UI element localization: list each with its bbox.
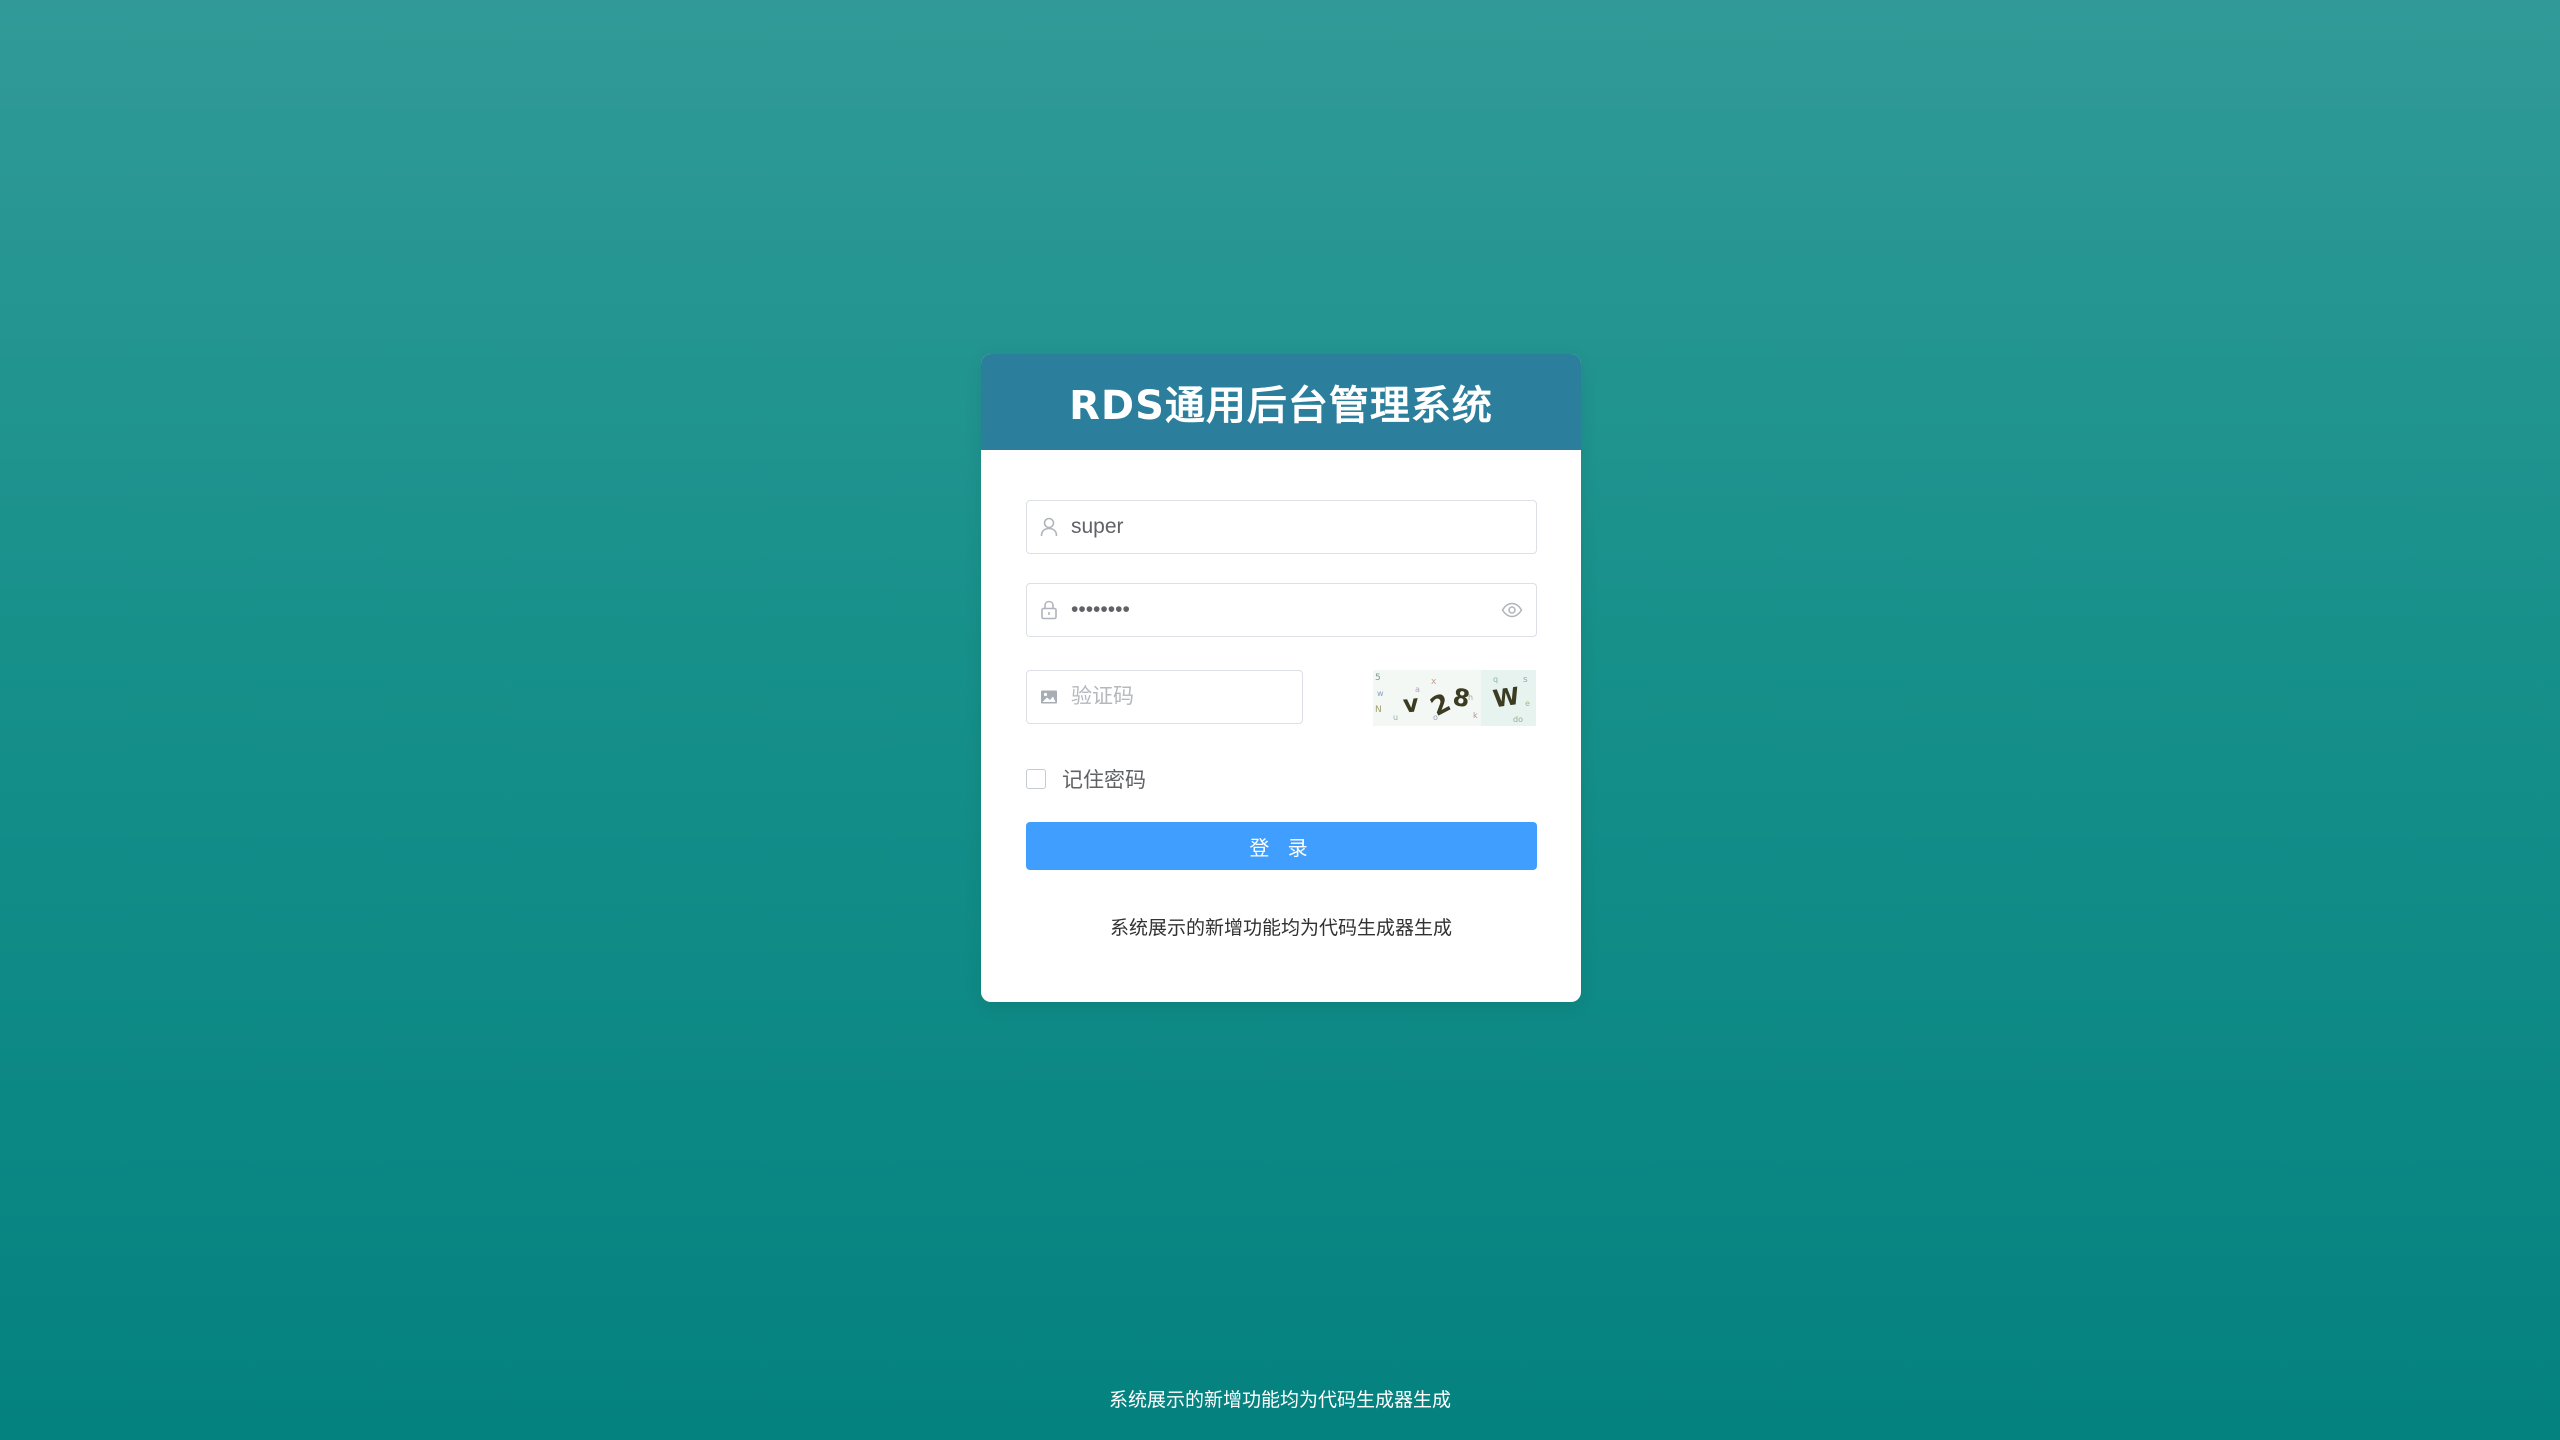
svg-text:k: k: [1473, 711, 1478, 720]
lock-icon: [1027, 600, 1071, 620]
svg-text:u: u: [1393, 713, 1398, 722]
captcha-graphic: 5 w N u a x o h k q s e do v 2 8 W: [1373, 670, 1536, 726]
captcha-input[interactable]: [1071, 671, 1342, 723]
page-title: RDS通用后台管理系统: [1069, 383, 1493, 429]
footer-text: 系统展示的新增功能均为代码生成器生成: [1108, 1389, 1451, 1411]
card-header: RDS通用后台管理系统: [981, 354, 1581, 450]
username-input[interactable]: [1071, 501, 1536, 553]
card-note: 系统展示的新增功能均为代码生成器生成: [1109, 917, 1452, 939]
login-button[interactable]: 登 录: [1026, 822, 1537, 870]
remember-label: 记住密码: [1062, 768, 1146, 792]
svg-text:do: do: [1513, 715, 1523, 724]
remember-password[interactable]: 记住密码: [1026, 764, 1146, 794]
remember-checkbox[interactable]: [1026, 769, 1046, 789]
picture-icon: [1027, 689, 1071, 705]
login-card: RDS通用后台管理系统 super •••••••• 验证码 5 w N u a…: [981, 354, 1581, 1002]
svg-text:w: w: [1377, 689, 1384, 698]
svg-text:x: x: [1431, 677, 1437, 687]
svg-text:W: W: [1491, 682, 1521, 713]
user-icon: [1027, 517, 1071, 537]
svg-text:5: 5: [1375, 673, 1381, 683]
svg-text:e: e: [1525, 699, 1530, 708]
login-form: 5 w N u a x o h k q s e do v 2 8 W 记住密码: [981, 450, 1581, 1002]
username-field[interactable]: [1026, 500, 1537, 554]
svg-text:s: s: [1523, 675, 1528, 685]
svg-text:v: v: [1402, 689, 1421, 719]
captcha-image[interactable]: 5 w N u a x o h k q s e do v 2 8 W: [1373, 670, 1536, 726]
captcha-field[interactable]: [1026, 670, 1342, 724]
eye-icon[interactable]: [1488, 602, 1536, 618]
svg-text:N: N: [1375, 705, 1382, 715]
svg-text:q: q: [1493, 675, 1498, 684]
password-field[interactable]: [1026, 583, 1537, 637]
password-input[interactable]: [1071, 584, 1488, 636]
